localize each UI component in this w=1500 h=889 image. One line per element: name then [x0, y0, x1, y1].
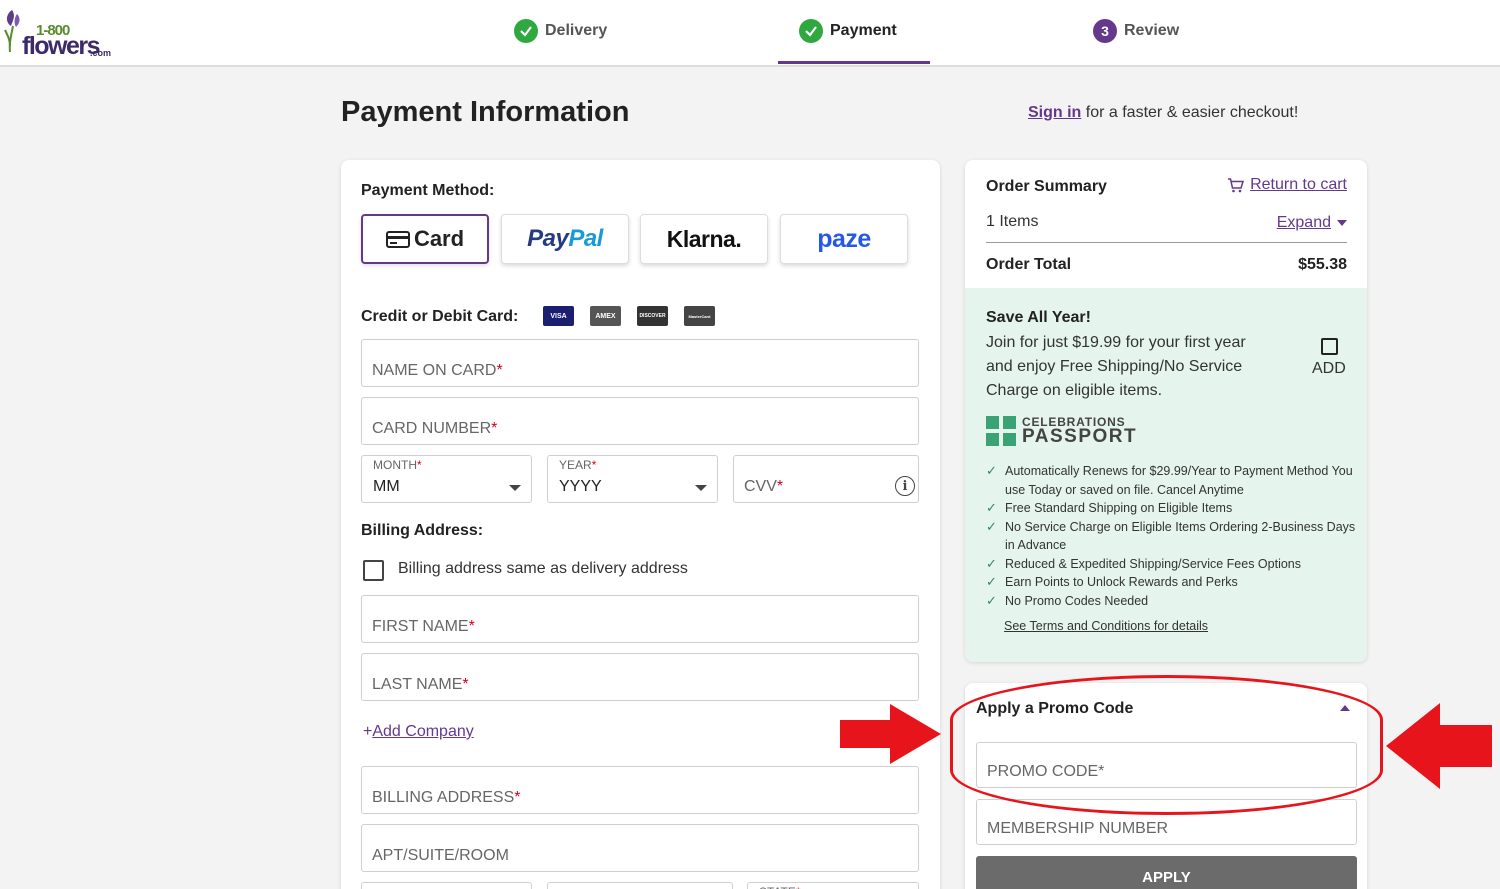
passport-benefits-list: ✓ Automatically Renews for $29.99/Year to… [986, 462, 1356, 610]
month-select[interactable]: MONTH* MM [361, 455, 532, 503]
checkmark-icon: ✓ [986, 518, 997, 534]
page-title: Payment Information [341, 96, 630, 128]
apply-button[interactable]: APPLY [976, 856, 1357, 889]
check-circle-icon [514, 19, 538, 43]
order-summary-title: Order Summary [986, 178, 1107, 195]
signin-link[interactable]: Sign in [1028, 104, 1081, 121]
city-input[interactable] [361, 882, 532, 889]
check-circle-icon [799, 19, 823, 43]
info-icon[interactable]: i [895, 476, 915, 496]
passport-offer-title: Save All Year! [986, 309, 1091, 326]
chevron-down-icon [1337, 220, 1347, 226]
order-total-label: Order Total [986, 256, 1072, 273]
benefit-item: ✓ No Service Charge on Eligible Items Ord… [986, 518, 1356, 553]
site-logo[interactable]: 1-800 flowers .com [2, 8, 112, 60]
benefit-item: ✓ Earn Points to Unlock Rewards and Perks [986, 573, 1356, 592]
discover-logo-icon: DISCOVER [637, 306, 668, 326]
klarna-method-button[interactable]: Klarna. [640, 214, 768, 264]
last-name-input[interactable]: LAST NAME* [361, 653, 919, 701]
checkmark-icon: ✓ [986, 500, 997, 515]
zip-input[interactable] [547, 882, 733, 889]
benefit-item: ✓ Reduced & Expedited Shipping/Service Fe… [986, 555, 1356, 574]
step-review[interactable]: 3 Review [1093, 18, 1179, 44]
celebrations-passport-logo: CELEBRATIONS PASSPORT [986, 416, 1137, 446]
year-value: YYYY [559, 478, 602, 495]
divider [986, 242, 1347, 243]
order-total-value: $55.38 [1298, 256, 1347, 273]
passport-offer: Save All Year! Join for just $19.99 for … [965, 288, 1367, 662]
card-number-input[interactable]: CARD NUMBER* [361, 397, 919, 445]
cvv-input[interactable]: CVV* i [733, 455, 919, 503]
signin-prompt: Sign in for a faster & easier checkout! [1028, 104, 1298, 122]
checkmark-icon: ✓ [986, 574, 997, 589]
paze-method-button[interactable]: paze [780, 214, 908, 264]
credit-card-icon [385, 230, 410, 248]
step-label: Delivery [545, 22, 608, 39]
arrow-right-icon [840, 704, 941, 764]
items-count: 1 Items [986, 213, 1039, 230]
logo-word: flowers [22, 32, 101, 60]
month-value: MM [373, 478, 400, 495]
payment-method-label: Payment Method: [361, 182, 495, 199]
highlight-ellipse [950, 675, 1383, 815]
step-payment[interactable]: Payment [799, 18, 897, 44]
paze-logo: paze [817, 224, 871, 253]
paypal-logo: PayPal [527, 225, 603, 252]
billing-address-label: Billing Address: [361, 522, 484, 539]
header-bar: 1-800 flowers .com Delivery Payment 3 Re… [0, 0, 1500, 67]
year-select[interactable]: YEAR* YYYY [547, 455, 718, 503]
arrow-left-icon [1386, 703, 1492, 789]
same-as-delivery-checkbox[interactable] [363, 560, 384, 581]
step-delivery[interactable]: Delivery [514, 18, 607, 44]
tulip-icon [4, 10, 20, 53]
logo-suffix: .com [90, 48, 112, 58]
expand-toggle[interactable]: Expand [1277, 214, 1347, 232]
same-as-delivery-label[interactable]: Billing address same as delivery address [398, 560, 688, 578]
chevron-down-icon [695, 485, 707, 491]
benefit-item: ✓ No Promo Codes Needed [986, 592, 1356, 611]
step-label: Payment [830, 22, 897, 39]
paypal-method-button[interactable]: PayPal [501, 214, 629, 264]
card-section-label: Credit or Debit Card: [361, 308, 519, 325]
add-passport-label[interactable]: ADD [1312, 360, 1346, 378]
order-summary-panel: Order Summary Return to cart 1 Items Exp… [965, 160, 1367, 662]
state-select[interactable]: STATE* [747, 882, 919, 889]
first-name-input[interactable]: FIRST NAME* [361, 595, 919, 643]
return-to-cart-link[interactable]: Return to cart [1227, 176, 1347, 194]
active-step-indicator [778, 61, 930, 64]
visa-logo-icon: VISA [543, 306, 574, 326]
terms-link[interactable]: See Terms and Conditions for details [1004, 619, 1208, 633]
chevron-down-icon [509, 485, 521, 491]
name-on-card-input[interactable]: NAME ON CARD* [361, 339, 919, 387]
add-passport-checkbox[interactable] [1321, 338, 1338, 355]
checkmark-icon: ✓ [986, 555, 997, 571]
billing-address-input[interactable]: BILLING ADDRESS* [361, 766, 919, 814]
gift-icon [986, 416, 1016, 446]
card-method-button[interactable]: Card [361, 214, 489, 264]
card-method-label: Card [413, 226, 465, 251]
mastercard-logo-icon: MasterCard [684, 306, 715, 326]
step-label: Review [1124, 22, 1180, 39]
checkmark-icon: ✓ [986, 463, 997, 478]
amex-logo-icon: AMEX [590, 306, 621, 326]
add-company-link[interactable]: Add Company [372, 723, 473, 740]
step-number-badge: 3 [1093, 19, 1117, 43]
benefit-item: ✓ Free Standard Shipping on Eligible Item… [986, 499, 1356, 518]
payment-form-panel: Payment Method: Card PayPal Klarna. paze… [341, 160, 940, 889]
benefit-item: ✓ Automatically Renews for $29.99/Year to… [986, 463, 1353, 497]
signin-suffix: for a faster & easier checkout! [1081, 104, 1299, 121]
plus-icon: + [363, 723, 373, 740]
cart-icon [1228, 177, 1245, 192]
checkmark-icon: ✓ [986, 592, 997, 608]
passport-offer-description: Join for just $19.99 for your first year… [986, 334, 1246, 399]
add-company-link-row[interactable]: +Add Company [363, 723, 474, 741]
apt-suite-input[interactable]: APT/SUITE/ROOM [361, 824, 919, 872]
klarna-logo: Klarna. [666, 225, 742, 252]
